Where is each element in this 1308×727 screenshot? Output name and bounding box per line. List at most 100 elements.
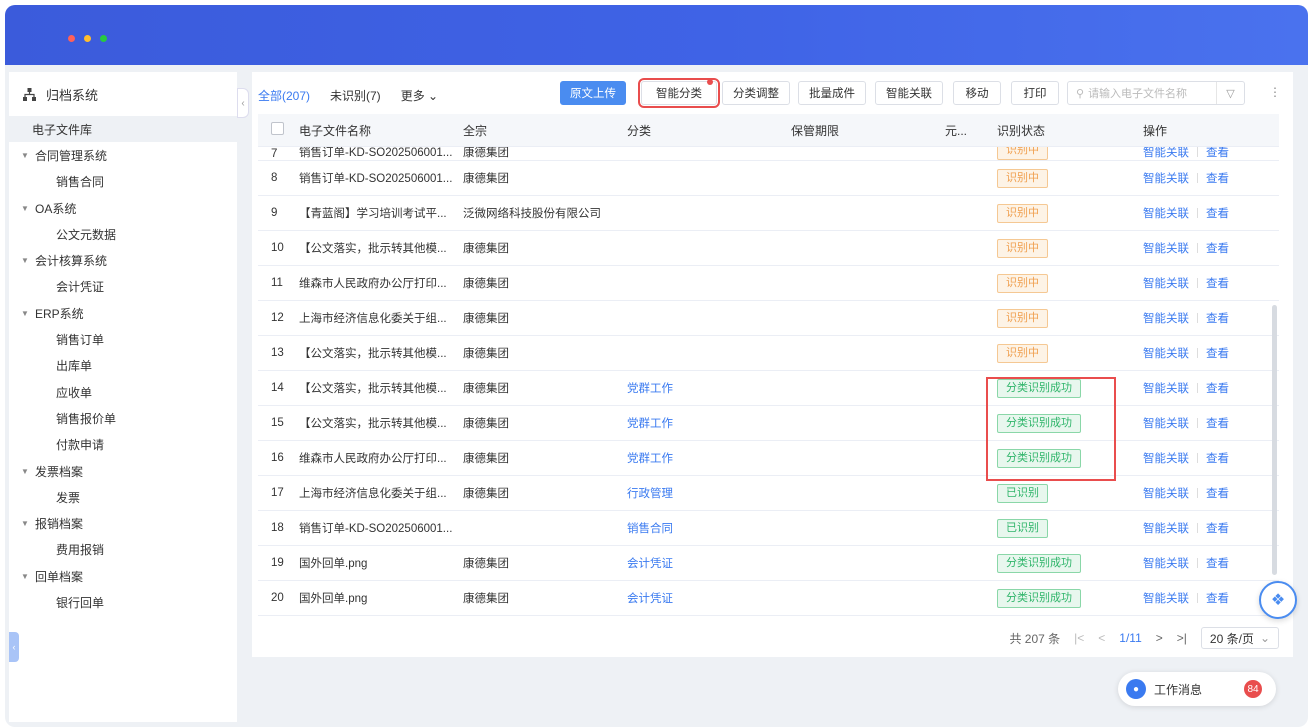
sidebar-item[interactable]: 出库单 xyxy=(9,353,237,379)
smart-link-action[interactable]: 智能关联 xyxy=(1143,450,1189,466)
smart-link-action[interactable]: 智能关联 xyxy=(1143,590,1189,606)
sidebar-group[interactable]: ▼ 报销档案 xyxy=(9,510,237,536)
tab-more[interactable]: 更多 ⌄ xyxy=(401,87,438,104)
view-action[interactable]: 查看 xyxy=(1206,590,1229,606)
view-action[interactable]: 查看 xyxy=(1206,205,1229,221)
sidebar-group[interactable]: ▼ 合同管理系统 xyxy=(9,142,237,168)
file-name[interactable]: 维森市人民政府办公厅打印... xyxy=(299,275,463,291)
table-row[interactable]: 20 国外回单.png 康德集团 会计凭证 分类识别成功 智能关联 查看 xyxy=(258,581,1279,616)
smart-link-action[interactable]: 智能关联 xyxy=(1143,485,1189,501)
search-input[interactable]: ⚲ 请输入电子文件名称 ▽ xyxy=(1067,81,1245,105)
tab-all[interactable]: 全部(207) xyxy=(258,87,310,104)
last-page-icon[interactable]: >| xyxy=(1177,631,1187,645)
select-all-checkbox[interactable] xyxy=(271,122,284,135)
smart-link-action[interactable]: 智能关联 xyxy=(1143,520,1189,536)
smart-link-action[interactable]: 智能关联 xyxy=(1143,555,1189,571)
smart-link-action[interactable]: 智能关联 xyxy=(1143,240,1189,256)
upload-button[interactable]: 原文上传 xyxy=(560,81,626,105)
view-action[interactable]: 查看 xyxy=(1206,147,1229,160)
smart-link-action[interactable]: 智能关联 xyxy=(1143,345,1189,361)
sidebar-item[interactable]: 费用报销 xyxy=(9,537,237,563)
file-name[interactable]: 【公文落实，批示转其他模... xyxy=(299,380,463,396)
prev-page-icon[interactable]: < xyxy=(1098,631,1105,645)
header-meta[interactable]: 元... xyxy=(945,122,997,139)
batch-compose-button[interactable]: 批量成件 xyxy=(798,81,866,105)
file-name[interactable]: 上海市经济信息化委关于组... xyxy=(299,310,463,326)
view-action[interactable]: 查看 xyxy=(1206,485,1229,501)
table-row[interactable]: 12 上海市经济信息化委关于组... 康德集团 识别中 智能关联 查看 xyxy=(258,301,1279,336)
page-size-select[interactable]: 20 条/页 ⌄ xyxy=(1200,627,1279,649)
table-row[interactable]: 9 【青蓝阁】学习培训考试平... 泛微网络科技股份有限公司 识别中 智能关联 查看 xyxy=(258,196,1279,231)
view-action[interactable]: 查看 xyxy=(1206,240,1229,256)
view-action[interactable]: 查看 xyxy=(1206,415,1229,431)
view-action[interactable]: 查看 xyxy=(1206,345,1229,361)
header-fonds[interactable]: 全宗 xyxy=(463,122,627,139)
smart-link-action[interactable]: 智能关联 xyxy=(1143,170,1189,186)
sidebar-item[interactable]: 销售合同 xyxy=(9,169,237,195)
category[interactable]: 党群工作 xyxy=(627,450,791,466)
maximize-dot[interactable] xyxy=(100,35,107,42)
file-name[interactable]: 国外回单.png xyxy=(299,590,463,606)
table-scrollbar[interactable] xyxy=(1272,305,1277,575)
more-options-icon[interactable]: ⋮ xyxy=(1269,85,1281,99)
move-button[interactable]: 移动 xyxy=(953,81,1001,105)
sidebar-item[interactable]: 公文元数据 xyxy=(9,221,237,247)
file-name[interactable]: 销售订单-KD-SO202506001... xyxy=(299,147,463,160)
header-retention[interactable]: 保管期限 xyxy=(791,122,945,139)
table-row[interactable]: 14 【公文落实，批示转其他模... 康德集团 党群工作 分类识别成功 智能关联 查看 xyxy=(258,371,1279,406)
view-action[interactable]: 查看 xyxy=(1206,310,1229,326)
table-row[interactable]: 11 维森市人民政府办公厅打印... 康德集团 识别中 智能关联 查看 xyxy=(258,266,1279,301)
view-action[interactable]: 查看 xyxy=(1206,450,1229,466)
view-action[interactable]: 查看 xyxy=(1206,520,1229,536)
table-row[interactable]: 18 销售订单-KD-SO202506001... 销售合同 已识别 智能关联 查看 xyxy=(258,511,1279,546)
smart-link-action[interactable]: 智能关联 xyxy=(1143,205,1189,221)
category[interactable]: 销售合同 xyxy=(627,520,791,536)
first-page-icon[interactable]: |< xyxy=(1074,631,1084,645)
category[interactable]: 党群工作 xyxy=(627,380,791,396)
sidebar-group[interactable]: ▼ 发票档案 xyxy=(9,458,237,484)
file-name[interactable]: 上海市经济信息化委关于组... xyxy=(299,485,463,501)
smart-link-action[interactable]: 智能关联 xyxy=(1143,310,1189,326)
table-row[interactable]: 13 【公文落实，批示转其他模... 康德集团 识别中 智能关联 查看 xyxy=(258,336,1279,371)
tab-unrecognized[interactable]: 未识别(7) xyxy=(330,87,381,104)
table-row[interactable]: 15 【公文落实，批示转其他模... 康德集团 党群工作 分类识别成功 智能关联 查看 xyxy=(258,406,1279,441)
sidebar-group[interactable]: ▼ 回单档案 xyxy=(9,563,237,589)
close-dot[interactable] xyxy=(68,35,75,42)
file-name[interactable]: 【青蓝阁】学习培训考试平... xyxy=(299,205,463,221)
file-name[interactable]: 维森市人民政府办公厅打印... xyxy=(299,450,463,466)
smart-classify-button[interactable]: 智能分类 xyxy=(638,78,720,108)
table-row[interactable]: 7 销售订单-KD-SO202506001... 康德集团 识别中 智能关联 查看 xyxy=(258,147,1279,161)
sidebar-item-file-library[interactable]: 电子文件库 xyxy=(9,116,237,143)
sidebar-item[interactable]: 银行回单 xyxy=(9,589,237,615)
file-name[interactable]: 销售订单-KD-SO202506001... xyxy=(299,520,463,536)
sidebar-group[interactable]: ▼ 会计核算系统 xyxy=(9,247,237,273)
table-row[interactable]: 16 维森市人民政府办公厅打印... 康德集团 党群工作 分类识别成功 智能关联 查看 xyxy=(258,441,1279,476)
filter-icon[interactable]: ▽ xyxy=(1216,82,1244,104)
smart-link-action[interactable]: 智能关联 xyxy=(1143,415,1189,431)
minimize-dot[interactable] xyxy=(84,35,91,42)
header-category[interactable]: 分类 xyxy=(627,122,791,139)
category[interactable]: 会计凭证 xyxy=(627,555,791,571)
file-name[interactable]: 国外回单.png xyxy=(299,555,463,571)
category[interactable]: 会计凭证 xyxy=(627,590,791,606)
smart-link-action[interactable]: 智能关联 xyxy=(1143,147,1189,160)
sidebar-group[interactable]: ▼ OA系统 xyxy=(9,195,237,221)
view-action[interactable]: 查看 xyxy=(1206,275,1229,291)
sidebar-item[interactable]: 销售报价单 xyxy=(9,405,237,431)
table-row[interactable]: 10 【公文落实，批示转其他模... 康德集团 识别中 智能关联 查看 xyxy=(258,231,1279,266)
smart-link-action[interactable]: 智能关联 xyxy=(1143,275,1189,291)
file-name[interactable]: 【公文落实，批示转其他模... xyxy=(299,345,463,361)
category[interactable]: 行政管理 xyxy=(627,485,791,501)
table-row[interactable]: 17 上海市经济信息化委关于组... 康德集团 行政管理 已识别 智能关联 查看 xyxy=(258,476,1279,511)
smart-link-action[interactable]: 智能关联 xyxy=(1143,380,1189,396)
category[interactable]: 党群工作 xyxy=(627,415,791,431)
sidebar-item[interactable]: 发票 xyxy=(9,484,237,510)
work-messages-button[interactable]: ● 工作消息 84 xyxy=(1118,672,1276,706)
print-button[interactable]: 打印 xyxy=(1011,81,1059,105)
file-name[interactable]: 【公文落实，批示转其他模... xyxy=(299,415,463,431)
view-action[interactable]: 查看 xyxy=(1206,380,1229,396)
view-action[interactable]: 查看 xyxy=(1206,170,1229,186)
sidebar-item[interactable]: 应收单 xyxy=(9,379,237,405)
header-status[interactable]: 识别状态 xyxy=(997,122,1143,139)
smart-link-button[interactable]: 智能关联 xyxy=(875,81,943,105)
